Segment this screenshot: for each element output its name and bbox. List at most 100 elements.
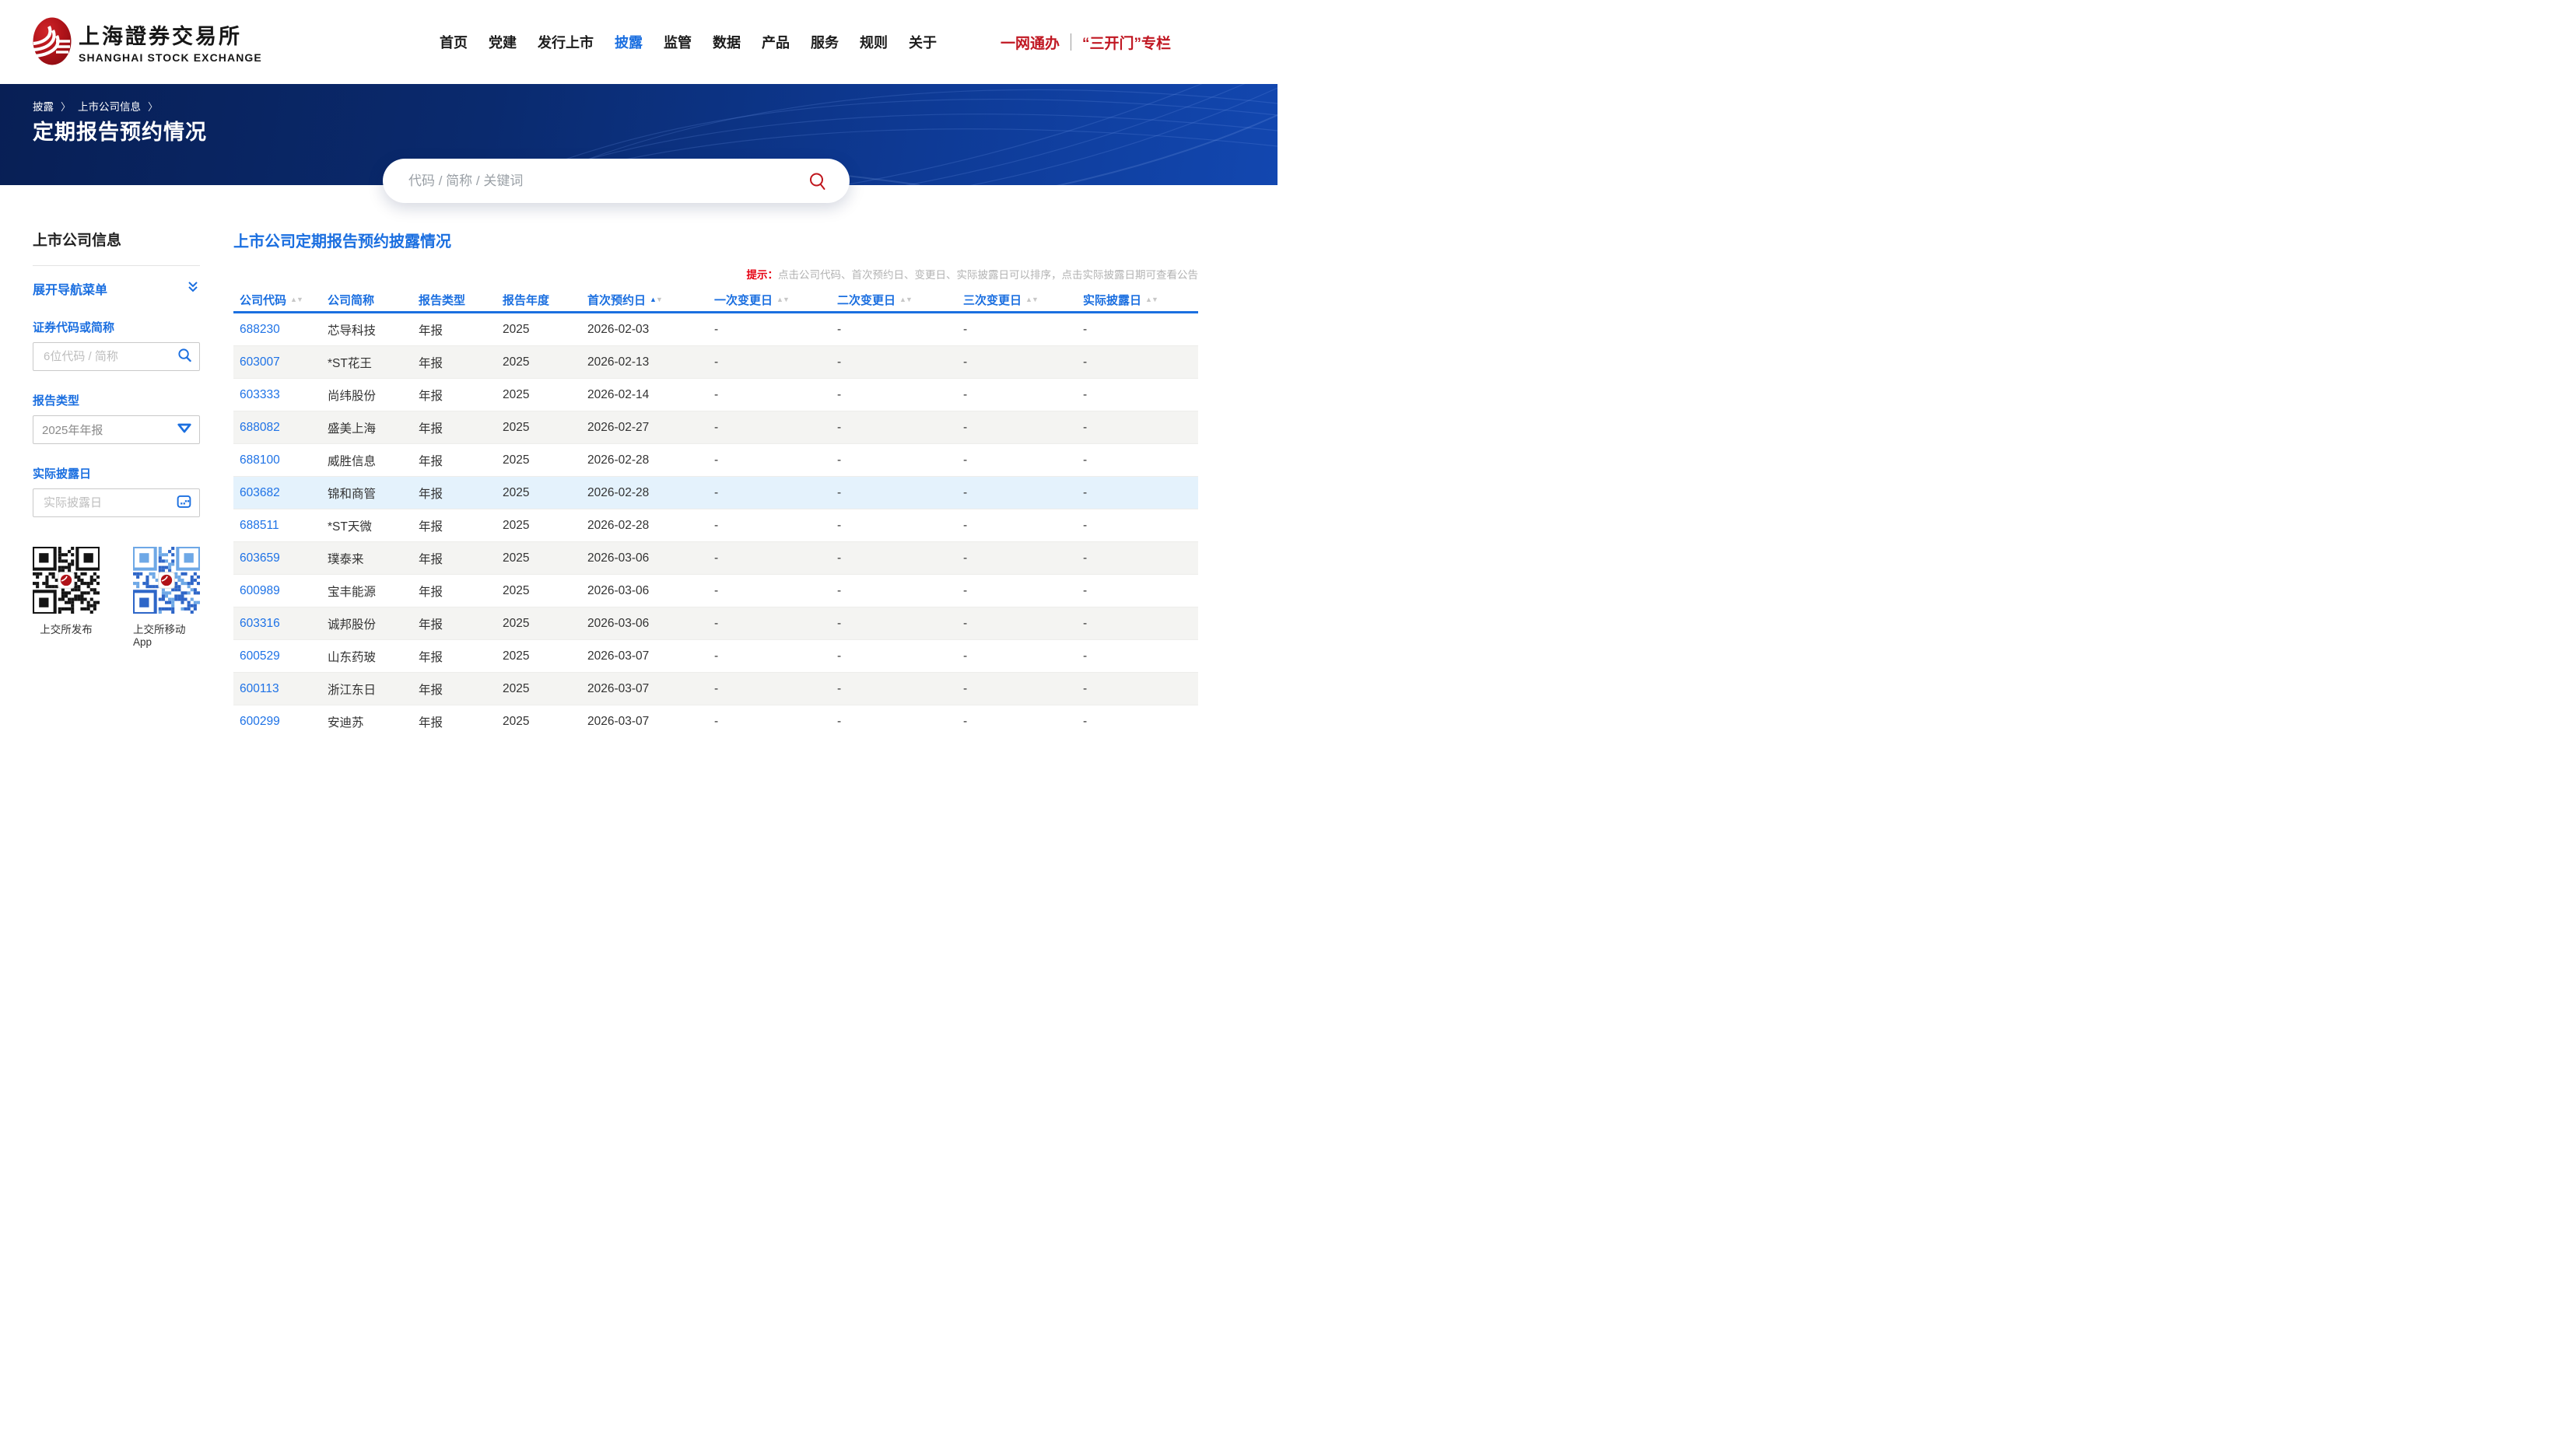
cell-report-type: 年报 <box>412 583 496 600</box>
cell-actual: - <box>1077 486 1198 500</box>
cell-actual: - <box>1077 519 1198 533</box>
cell-code[interactable]: 603333 <box>233 388 321 402</box>
main-nav: 首页 党建 发行上市 披露 监管 数据 产品 服务 规则 关于 <box>440 0 937 84</box>
global-search-bar <box>383 159 850 203</box>
cell-first-date: 2026-02-13 <box>581 355 708 369</box>
column-label: 三次变更日 <box>963 292 1022 308</box>
search-icon[interactable] <box>808 171 828 191</box>
cell-code[interactable]: 603007 <box>233 355 321 369</box>
disclosure-date-input[interactable] <box>42 495 176 510</box>
nav-item-5[interactable]: 数据 <box>713 32 741 52</box>
sse-logo-icon <box>33 17 72 65</box>
cell-change3: - <box>957 682 1077 696</box>
cell-code[interactable]: 600529 <box>233 649 321 663</box>
cell-code[interactable]: 688230 <box>233 323 321 337</box>
nav-item-7[interactable]: 服务 <box>811 32 839 52</box>
column-header-5[interactable]: 一次变更日▲▼ <box>708 292 831 308</box>
cell-report-type: 年报 <box>412 354 496 371</box>
column-header-2: 报告类型 <box>412 292 496 308</box>
sidebar-divider <box>33 265 200 266</box>
cell-year: 2025 <box>496 323 581 337</box>
cell-year: 2025 <box>496 584 581 598</box>
nav-item-8[interactable]: 规则 <box>860 32 888 52</box>
cell-code[interactable]: 600989 <box>233 584 321 598</box>
cell-change1: - <box>708 682 831 696</box>
column-header-0[interactable]: 公司代码▲▼ <box>233 292 321 308</box>
search-input[interactable] <box>407 173 808 190</box>
quick-link-skm[interactable]: “三开门”专栏 <box>1082 32 1171 53</box>
cell-code[interactable]: 603316 <box>233 617 321 631</box>
cell-actual: - <box>1077 421 1198 435</box>
code-search-field[interactable] <box>33 342 200 371</box>
cell-code[interactable]: 603682 <box>233 486 321 500</box>
breadcrumb-listed-company-info[interactable]: 上市公司信息 <box>78 98 141 114</box>
disclosure-date-field[interactable] <box>33 488 200 517</box>
hint-label: 提示： <box>747 269 779 281</box>
breadcrumb-pilu[interactable]: 披露 <box>33 98 54 114</box>
nav-item-3[interactable]: 披露 <box>615 32 643 52</box>
cell-code[interactable]: 688511 <box>233 519 321 533</box>
cell-code[interactable]: 688100 <box>233 453 321 467</box>
report-type-select[interactable]: 2025年年报 <box>33 415 200 444</box>
table-row: 603659璞泰来年报20252026-03-06---- <box>233 542 1198 575</box>
search-icon[interactable] <box>177 348 192 366</box>
table-row: 603333尚纬股份年报20252026-02-14---- <box>233 379 1198 411</box>
cell-first-date: 2026-03-07 <box>581 715 708 729</box>
table-row: 603316诚邦股份年报20252026-03-06---- <box>233 607 1198 640</box>
column-label: 首次预约日 <box>587 292 646 308</box>
quick-link-ywtb[interactable]: 一网通办 <box>1001 32 1060 53</box>
cell-code[interactable]: 688082 <box>233 421 321 435</box>
section-title: 上市公司定期报告预约披露情况 <box>233 229 1198 251</box>
cell-code[interactable]: 603659 <box>233 551 321 565</box>
cell-change2: - <box>831 519 957 533</box>
column-header-4[interactable]: 首次预约日▲▼ <box>581 292 708 308</box>
nav-item-9[interactable]: 关于 <box>909 32 937 52</box>
cell-report-type: 年报 <box>412 485 496 502</box>
cell-first-date: 2026-02-28 <box>581 486 708 500</box>
cell-change3: - <box>957 486 1077 500</box>
logo-title-en: SHANGHAI STOCK EXCHANGE <box>79 51 262 64</box>
cell-report-type: 年报 <box>412 419 496 436</box>
cell-name: 威胜信息 <box>321 452 412 469</box>
code-search-input[interactable] <box>42 349 177 364</box>
sidebar-title: 上市公司信息 <box>33 229 200 250</box>
logo-title-cn: 上海證券交易所 <box>79 19 262 50</box>
nav-item-2[interactable]: 发行上市 <box>538 32 594 52</box>
cell-actual: - <box>1077 453 1198 467</box>
column-header-1: 公司简称 <box>321 292 412 308</box>
cell-change3: - <box>957 519 1077 533</box>
table-row: 688082盛美上海年报20252026-02-27---- <box>233 411 1198 444</box>
report-type-label: 报告类型 <box>33 392 200 408</box>
logo-text: 上海證券交易所 SHANGHAI STOCK EXCHANGE <box>79 19 262 64</box>
column-header-7[interactable]: 三次变更日▲▼ <box>957 292 1077 308</box>
table-row: 600989宝丰能源年报20252026-03-06---- <box>233 575 1198 607</box>
cell-year: 2025 <box>496 682 581 696</box>
cell-report-type: 年报 <box>412 713 496 729</box>
nav-item-4[interactable]: 监管 <box>664 32 692 52</box>
cell-code[interactable]: 600113 <box>233 682 321 696</box>
cell-change1: - <box>708 323 831 337</box>
cell-first-date: 2026-03-07 <box>581 682 708 696</box>
cell-name: 锦和商管 <box>321 485 412 502</box>
cell-change2: - <box>831 421 957 435</box>
cell-change3: - <box>957 388 1077 402</box>
cell-change2: - <box>831 453 957 467</box>
expand-nav-menu-button[interactable]: 展开导航菜单 <box>33 279 200 298</box>
column-label: 公司简称 <box>328 292 374 308</box>
column-header-8[interactable]: 实际披露日▲▼ <box>1077 292 1198 308</box>
cell-name: 尚纬股份 <box>321 387 412 404</box>
cell-actual: - <box>1077 355 1198 369</box>
sse-logo[interactable]: 上海證券交易所 SHANGHAI STOCK EXCHANGE <box>33 17 262 65</box>
quick-links: 一网通办 “三开门”专栏 <box>1001 0 1171 84</box>
cell-actual: - <box>1077 388 1198 402</box>
column-header-6[interactable]: 二次变更日▲▼ <box>831 292 957 308</box>
nav-item-6[interactable]: 产品 <box>762 32 790 52</box>
nav-item-0[interactable]: 首页 <box>440 32 468 52</box>
qr-code-image <box>33 547 100 614</box>
page-title: 定期报告预约情况 <box>33 115 207 145</box>
table-header-row: 公司代码▲▼公司简称报告类型报告年度首次预约日▲▼一次变更日▲▼二次变更日▲▼三… <box>233 288 1198 311</box>
nav-item-1[interactable]: 党建 <box>489 32 517 52</box>
chevron-down-icon <box>177 422 192 438</box>
calendar-icon[interactable] <box>176 493 192 513</box>
cell-code[interactable]: 600299 <box>233 715 321 729</box>
